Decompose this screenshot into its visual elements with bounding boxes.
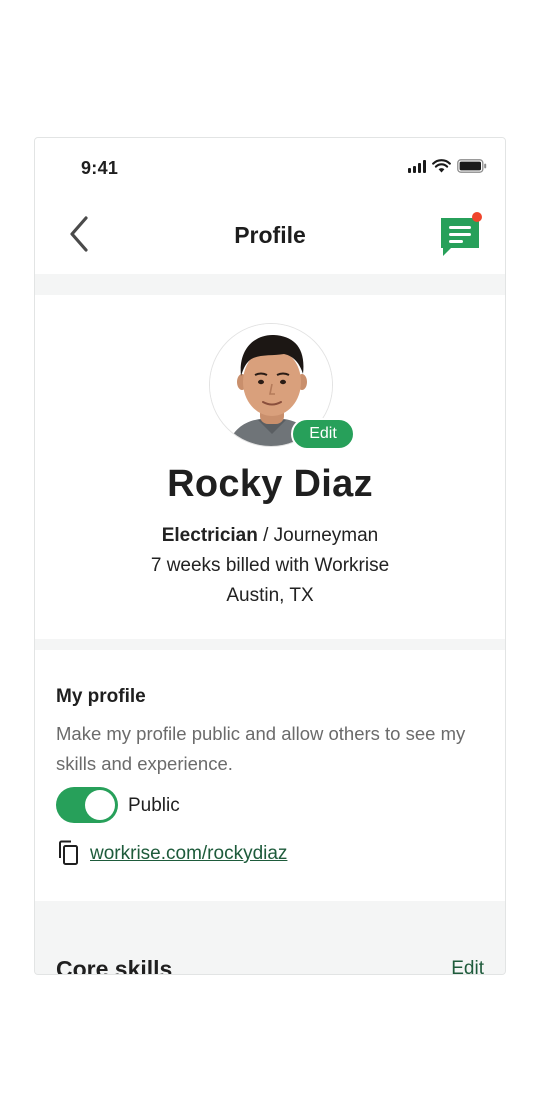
navigation-bar: Profile [35, 200, 505, 274]
public-toggle-label: Public [128, 795, 180, 816]
avatar-container: Edit [209, 323, 355, 450]
profile-name: Rocky Diaz [167, 463, 373, 505]
battery-icon [457, 159, 487, 173]
profile-role: Electrician / Journeyman [35, 525, 505, 547]
my-profile-title: My profile [56, 686, 146, 707]
messages-button[interactable] [437, 212, 483, 258]
public-toggle[interactable] [56, 787, 118, 823]
profile-link[interactable]: workrise.com/rockydiaz [90, 843, 287, 865]
edit-photo-button[interactable]: Edit [291, 418, 355, 450]
profile-trade: Electrician [161, 525, 258, 546]
profile-level: / Journeyman [257, 525, 379, 546]
signal-icon [408, 159, 426, 173]
wifi-icon [432, 159, 451, 173]
core-skills-section: Core skills Edit [35, 901, 505, 975]
status-bar: 9:41 [35, 138, 505, 200]
core-skills-title: Core skills [56, 956, 173, 975]
my-profile-card: My profile Make my profile public and al… [35, 650, 505, 901]
core-skills-edit-button[interactable]: Edit [451, 958, 484, 974]
page-title: Profile [234, 222, 306, 248]
phone-frame: 9:41 Profile Edit Rocky Diaz Electrician… [34, 137, 506, 975]
copy-icon[interactable] [56, 840, 80, 866]
profile-header-card: Edit Rocky Diaz Electrician / Journeyman… [35, 295, 505, 639]
status-icons [408, 159, 487, 173]
profile-billed: 7 weeks billed with Workrise [150, 555, 390, 576]
my-profile-description: Make my profile public and allow others … [56, 723, 466, 774]
notification-dot [472, 212, 482, 222]
profile-location: Austin, TX [226, 585, 314, 606]
toggle-knob [85, 790, 115, 820]
status-time: 9:41 [81, 158, 119, 178]
